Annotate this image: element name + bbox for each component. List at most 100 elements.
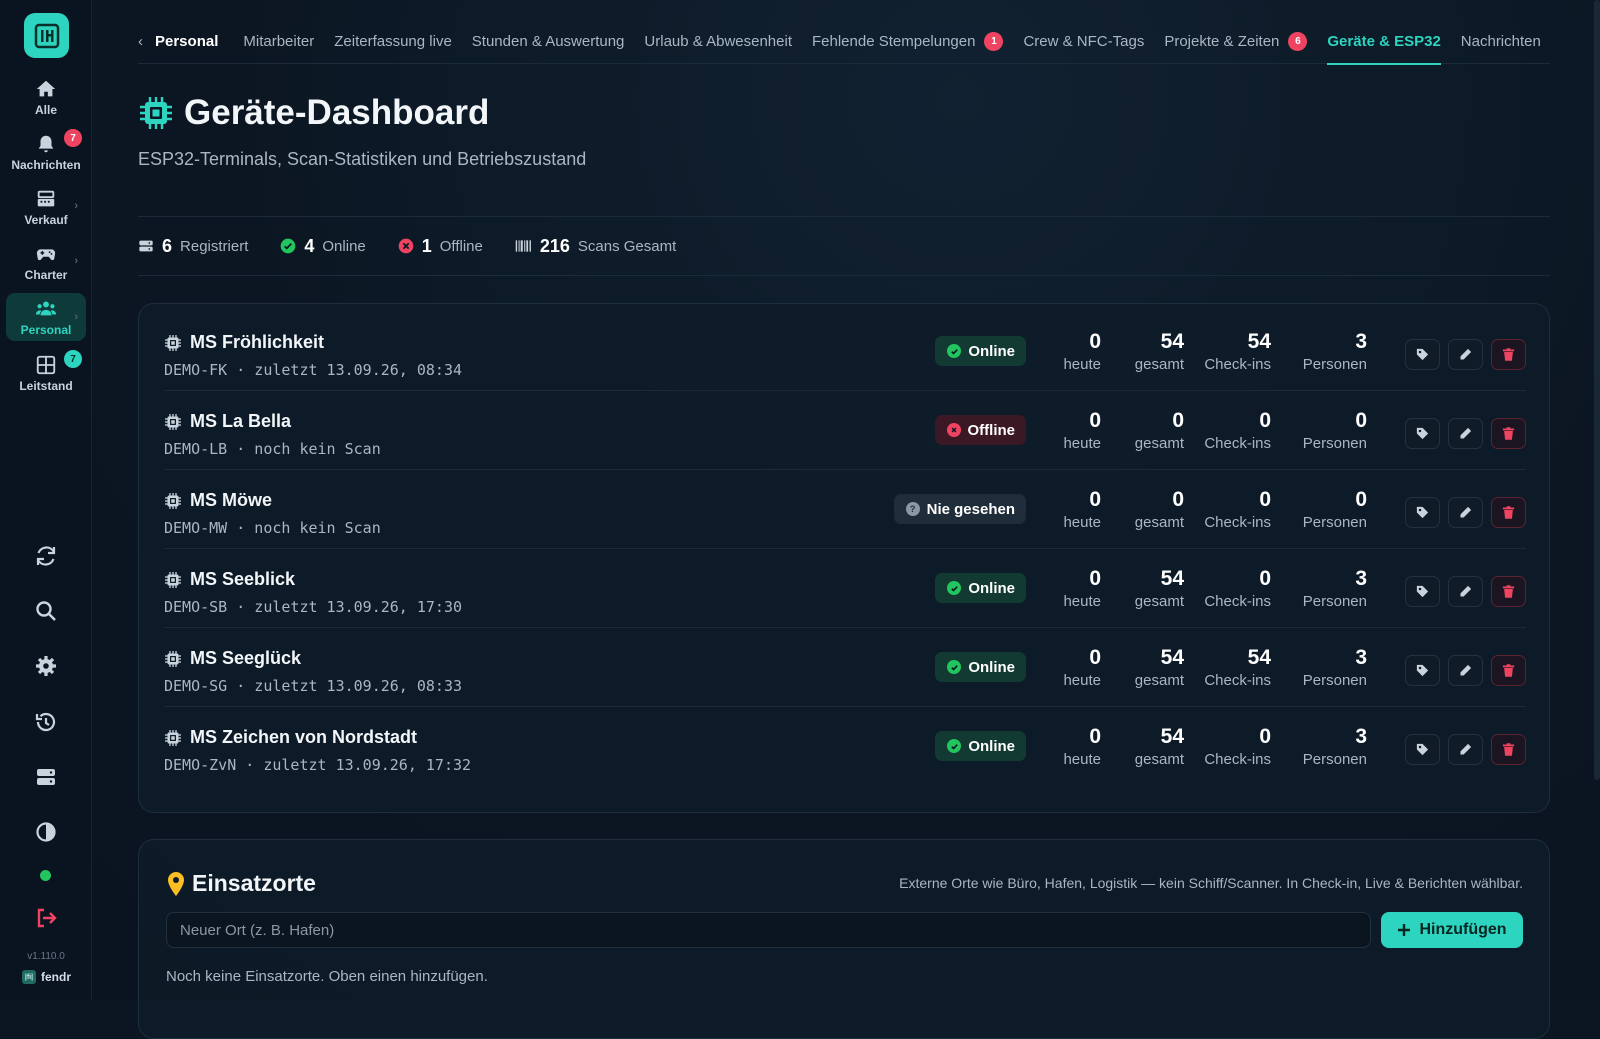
metric-label: gesamt <box>1134 514 1184 531</box>
metric-label: Personen <box>1302 672 1367 689</box>
tab-crew-nfc-tags[interactable]: Crew & NFC-Tags <box>1023 20 1144 64</box>
status-badge: Offline <box>934 415 1026 445</box>
status-icon <box>947 739 962 753</box>
device-row[interactable]: MS Möwe DEMO-MW · noch kein Scan ? Nie g… <box>164 470 1526 549</box>
metric-label: heute <box>1063 514 1101 531</box>
locations-section: Einsatzorte Externe Orte wie Büro, Hafen… <box>138 839 1550 1039</box>
server-icon[interactable] <box>34 765 58 789</box>
tab-label: Nachrichten <box>1460 33 1541 50</box>
refresh-icon[interactable] <box>34 544 58 568</box>
status-icon: ? <box>905 502 920 516</box>
chip-icon <box>165 650 181 667</box>
stat-offline: 1 Offline <box>398 236 483 257</box>
delete-button[interactable] <box>1491 655 1526 686</box>
locations-title-text: Einsatzorte <box>192 870 316 896</box>
edit-button[interactable] <box>1448 418 1483 449</box>
delete-button[interactable] <box>1491 418 1526 449</box>
device-row[interactable]: MS Seeblick DEMO-SB · zuletzt 13.09.26, … <box>164 549 1526 628</box>
app-logo[interactable] <box>24 13 69 58</box>
status-icon <box>946 423 961 437</box>
metric-value: 54 <box>1160 725 1184 748</box>
metric-persons: 3 Personen <box>1287 567 1367 610</box>
metric-persons: 0 Personen <box>1287 409 1367 452</box>
edit-button[interactable] <box>1448 576 1483 607</box>
tag-button[interactable] <box>1405 655 1440 686</box>
logout-icon[interactable] <box>34 906 58 930</box>
sidebar-item-leitstand[interactable]: Leitstand 7 <box>6 348 86 398</box>
stat-label: Offline <box>439 237 483 255</box>
locations-title: Einsatzorte <box>166 870 316 897</box>
metric-label: heute <box>1063 751 1101 768</box>
register-icon <box>37 190 55 206</box>
tag-button[interactable] <box>1405 734 1440 765</box>
edit-button[interactable] <box>1448 339 1483 370</box>
search-icon[interactable] <box>34 599 58 623</box>
metric-today: 0 heute <box>1021 409 1101 452</box>
delete-button[interactable] <box>1491 497 1526 528</box>
contrast-icon[interactable] <box>34 820 58 844</box>
metric-label: gesamt <box>1134 593 1184 610</box>
sidebar-item-personal[interactable]: Personal › <box>6 293 86 341</box>
notification-badge: 7 <box>64 350 82 368</box>
tab-projekte-zeiten[interactable]: Projekte & Zeiten 6 <box>1164 20 1308 64</box>
trash-icon <box>1502 664 1515 677</box>
device-name-wrap: MS Seeblick <box>164 569 295 590</box>
sidebar-item-alle[interactable]: Alle <box>6 72 86 122</box>
history-icon[interactable] <box>34 710 58 734</box>
device-row[interactable]: MS Fröhlichkeit DEMO-FK · zuletzt 13.09.… <box>164 312 1526 391</box>
gear-icon[interactable] <box>34 654 58 678</box>
home-icon <box>36 80 56 96</box>
status-label: Nie gesehen <box>926 500 1015 518</box>
metric-checkins: 0 Check-ins <box>1191 725 1271 768</box>
sidebar-item-nachrichten[interactable]: Nachrichten 7 <box>6 127 86 177</box>
pencil-icon <box>1460 506 1472 518</box>
tab-fehlende-stempelungen[interactable]: Fehlende Stempelungen 1 <box>812 20 1004 64</box>
edit-button[interactable] <box>1448 497 1483 528</box>
tag-button[interactable] <box>1405 576 1440 607</box>
tab-urlaub-abwesenheit[interactable]: Urlaub & Abwesenheit <box>644 20 792 64</box>
metric-value: 0 <box>1089 488 1101 511</box>
delete-button[interactable] <box>1491 339 1526 370</box>
metric-checkins: 0 Check-ins <box>1191 488 1271 531</box>
add-location-button[interactable]: Hinzufügen <box>1381 912 1523 948</box>
device-row[interactable]: MS Seeglück DEMO-SG · zuletzt 13.09.26, … <box>164 628 1526 707</box>
tab-mitarbeiter[interactable]: Mitarbeiter <box>243 20 314 64</box>
edit-button[interactable] <box>1448 655 1483 686</box>
tab-label: Stunden & Auswertung <box>471 33 625 50</box>
pencil-icon <box>1460 743 1472 755</box>
metric-checkins: 54 Check-ins <box>1191 646 1271 689</box>
status-label: Online <box>968 737 1015 755</box>
delete-button[interactable] <box>1491 734 1526 765</box>
metric-today: 0 heute <box>1021 330 1101 373</box>
tag-button[interactable] <box>1405 497 1440 528</box>
device-name-wrap: MS Fröhlichkeit <box>164 332 324 353</box>
back-to-personal[interactable]: ‹ Personal <box>138 20 218 64</box>
stat-value: 4 <box>304 235 315 256</box>
device-row[interactable]: MS La Bella DEMO-LB · noch kein Scan Off… <box>164 391 1526 470</box>
sidebar-item-charter[interactable]: Charter › <box>6 237 86 287</box>
metric-value: 0 <box>1089 646 1101 669</box>
fendr-logo-icon <box>34 23 59 48</box>
barcode-icon <box>515 240 531 252</box>
new-location-input[interactable] <box>166 912 1371 948</box>
status-icon <box>947 344 962 358</box>
device-name-wrap: MS La Bella <box>164 411 291 432</box>
tab-stunden-auswertung[interactable]: Stunden & Auswertung <box>472 20 625 64</box>
tab-badge: 1 <box>984 32 1004 51</box>
tab-nachrichten[interactable]: Nachrichten <box>1461 20 1541 64</box>
tag-button[interactable] <box>1405 339 1440 370</box>
metric-persons: 0 Personen <box>1287 488 1367 531</box>
tab-geraete-esp32[interactable]: Geräte & ESP32 <box>1327 20 1442 65</box>
tab-zeiterfassung-live[interactable]: Zeiterfassung live <box>334 20 452 64</box>
scrollbar[interactable] <box>1594 0 1600 780</box>
device-row[interactable]: MS Zeichen von Nordstadt DEMO-ZvN · zule… <box>164 707 1526 786</box>
metric-checkins: 0 Check-ins <box>1191 567 1271 610</box>
metric-label: gesamt <box>1134 435 1184 452</box>
tag-button[interactable] <box>1405 418 1440 449</box>
sidebar-item-verkauf[interactable]: Verkauf › <box>6 182 86 232</box>
metric-value: 0 <box>1089 409 1101 432</box>
status-label: Online <box>968 342 1015 360</box>
sidebar: Alle Nachrichten 7 Verkauf › Charter › P… <box>0 0 92 1000</box>
delete-button[interactable] <box>1491 576 1526 607</box>
edit-button[interactable] <box>1448 734 1483 765</box>
